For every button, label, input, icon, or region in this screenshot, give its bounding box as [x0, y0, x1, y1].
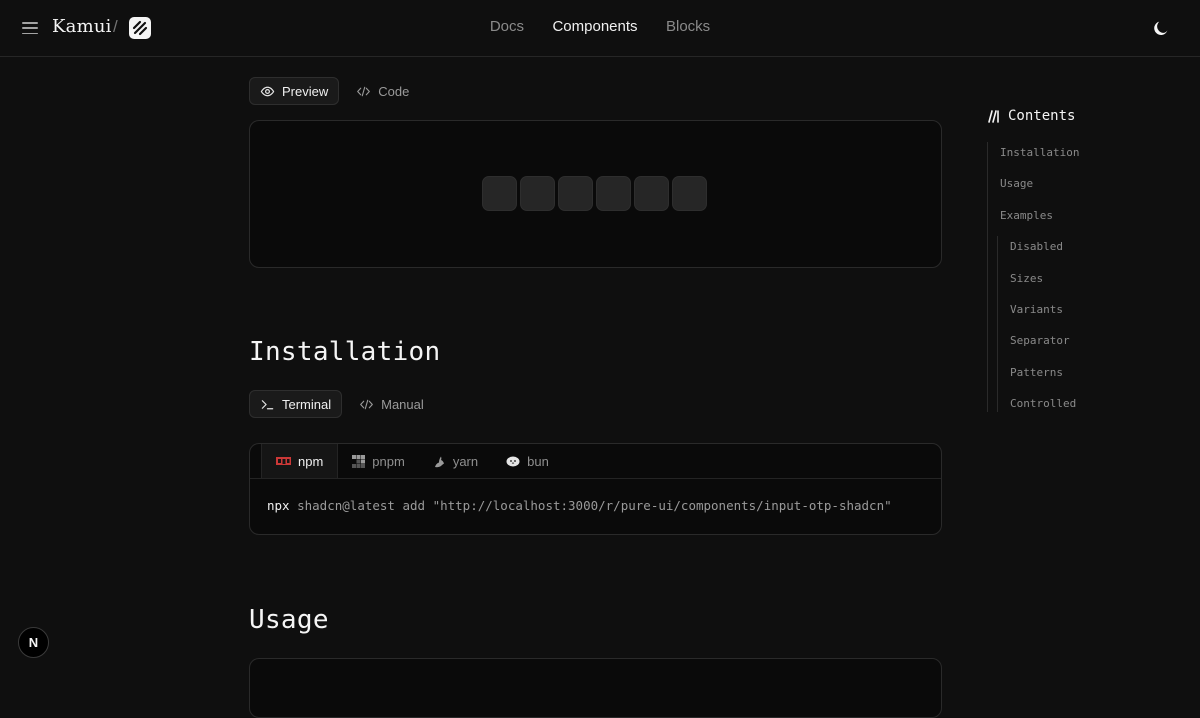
otp-slot-6[interactable]: [672, 176, 707, 211]
toc-item-patterns[interactable]: Patterns: [1010, 366, 1063, 379]
yarn-icon: [434, 456, 444, 467]
otp-input[interactable]: [482, 176, 707, 211]
command-arguments: shadcn@latest add "http://localhost:3000…: [297, 498, 892, 513]
top-bar: Kamui / Docs Components Blocks: [0, 0, 1200, 57]
tab-preview[interactable]: Preview: [249, 77, 340, 105]
toc-divider: [987, 142, 988, 412]
pm-tab-pnpm[interactable]: pnpm: [338, 444, 419, 478]
otp-slot-4[interactable]: [596, 176, 631, 211]
toc-title-label: Contents: [1008, 108, 1076, 124]
pm-tab-bun[interactable]: bun: [492, 444, 563, 478]
brand-separator: /: [113, 17, 118, 36]
toc-item-controlled[interactable]: Controlled: [1010, 397, 1076, 410]
command-binary: npx: [267, 498, 290, 513]
contents-icon: [988, 109, 999, 123]
install-command[interactable]: npx shadcn@latest add "http://localhost:…: [250, 479, 941, 532]
nav-components[interactable]: Components: [552, 18, 637, 35]
dev-tools-badge[interactable]: N: [18, 627, 49, 658]
toc-item-variants[interactable]: Variants: [1010, 303, 1063, 316]
menu-icon[interactable]: [21, 19, 39, 37]
tab-code-label: Code: [378, 83, 410, 99]
installation-heading: Installation: [249, 337, 441, 367]
pm-tab-bun-label: bun: [527, 453, 549, 469]
code-icon: [357, 86, 371, 96]
toc-item-separator[interactable]: Separator: [1010, 334, 1070, 347]
install-command-panel: npm pnpm yarn bun npx shadcn@latest add …: [249, 443, 942, 535]
pm-tab-yarn-label: yarn: [452, 453, 479, 469]
pm-tab-pnpm-label: pnpm: [372, 453, 405, 469]
terminal-icon: [261, 399, 274, 409]
tab-code[interactable]: Code: [345, 77, 420, 105]
otp-slot-2[interactable]: [520, 176, 555, 211]
pm-tab-npm-label: npm: [298, 453, 324, 469]
logo-icon[interactable]: [129, 17, 151, 39]
tab-terminal[interactable]: Terminal: [249, 390, 343, 418]
toc-item-disabled[interactable]: Disabled: [1010, 240, 1063, 253]
otp-slot-3[interactable]: [558, 176, 593, 211]
usage-code-panel: [249, 658, 942, 718]
otp-slot-5[interactable]: [634, 176, 669, 211]
nav-docs[interactable]: Docs: [490, 18, 524, 35]
pm-tab-npm[interactable]: npm: [261, 444, 339, 478]
pnpm-icon: [352, 454, 366, 468]
eye-icon: [260, 86, 275, 96]
preview-panel: [249, 120, 942, 268]
tab-manual-label: Manual: [381, 396, 424, 412]
otp-slot-1[interactable]: [482, 176, 517, 211]
package-manager-tabs: npm pnpm yarn bun: [250, 444, 941, 479]
moon-icon[interactable]: [1151, 18, 1171, 38]
npm-icon: [276, 457, 291, 465]
tab-manual[interactable]: Manual: [348, 390, 435, 418]
preview-tabs: Preview Code: [249, 77, 420, 105]
toc-item-sizes[interactable]: Sizes: [1010, 272, 1043, 285]
toc-item-usage[interactable]: Usage: [1000, 177, 1033, 190]
pm-tab-yarn[interactable]: yarn: [419, 444, 492, 478]
code-icon: [360, 399, 373, 409]
nav-blocks[interactable]: Blocks: [666, 18, 710, 35]
toc-title: Contents: [988, 108, 1075, 124]
main-nav: Docs Components Blocks: [0, 18, 1200, 36]
tab-preview-label: Preview: [282, 83, 329, 99]
brand-name[interactable]: Kamui: [52, 16, 112, 37]
toc-item-examples[interactable]: Examples: [1000, 209, 1053, 222]
install-tabs: Terminal Manual: [249, 390, 435, 418]
toc-sub-divider: [997, 236, 998, 412]
tab-terminal-label: Terminal: [282, 396, 332, 412]
toc-item-installation[interactable]: Installation: [1000, 146, 1079, 159]
bun-icon: [506, 456, 520, 467]
usage-heading: Usage: [249, 605, 329, 635]
